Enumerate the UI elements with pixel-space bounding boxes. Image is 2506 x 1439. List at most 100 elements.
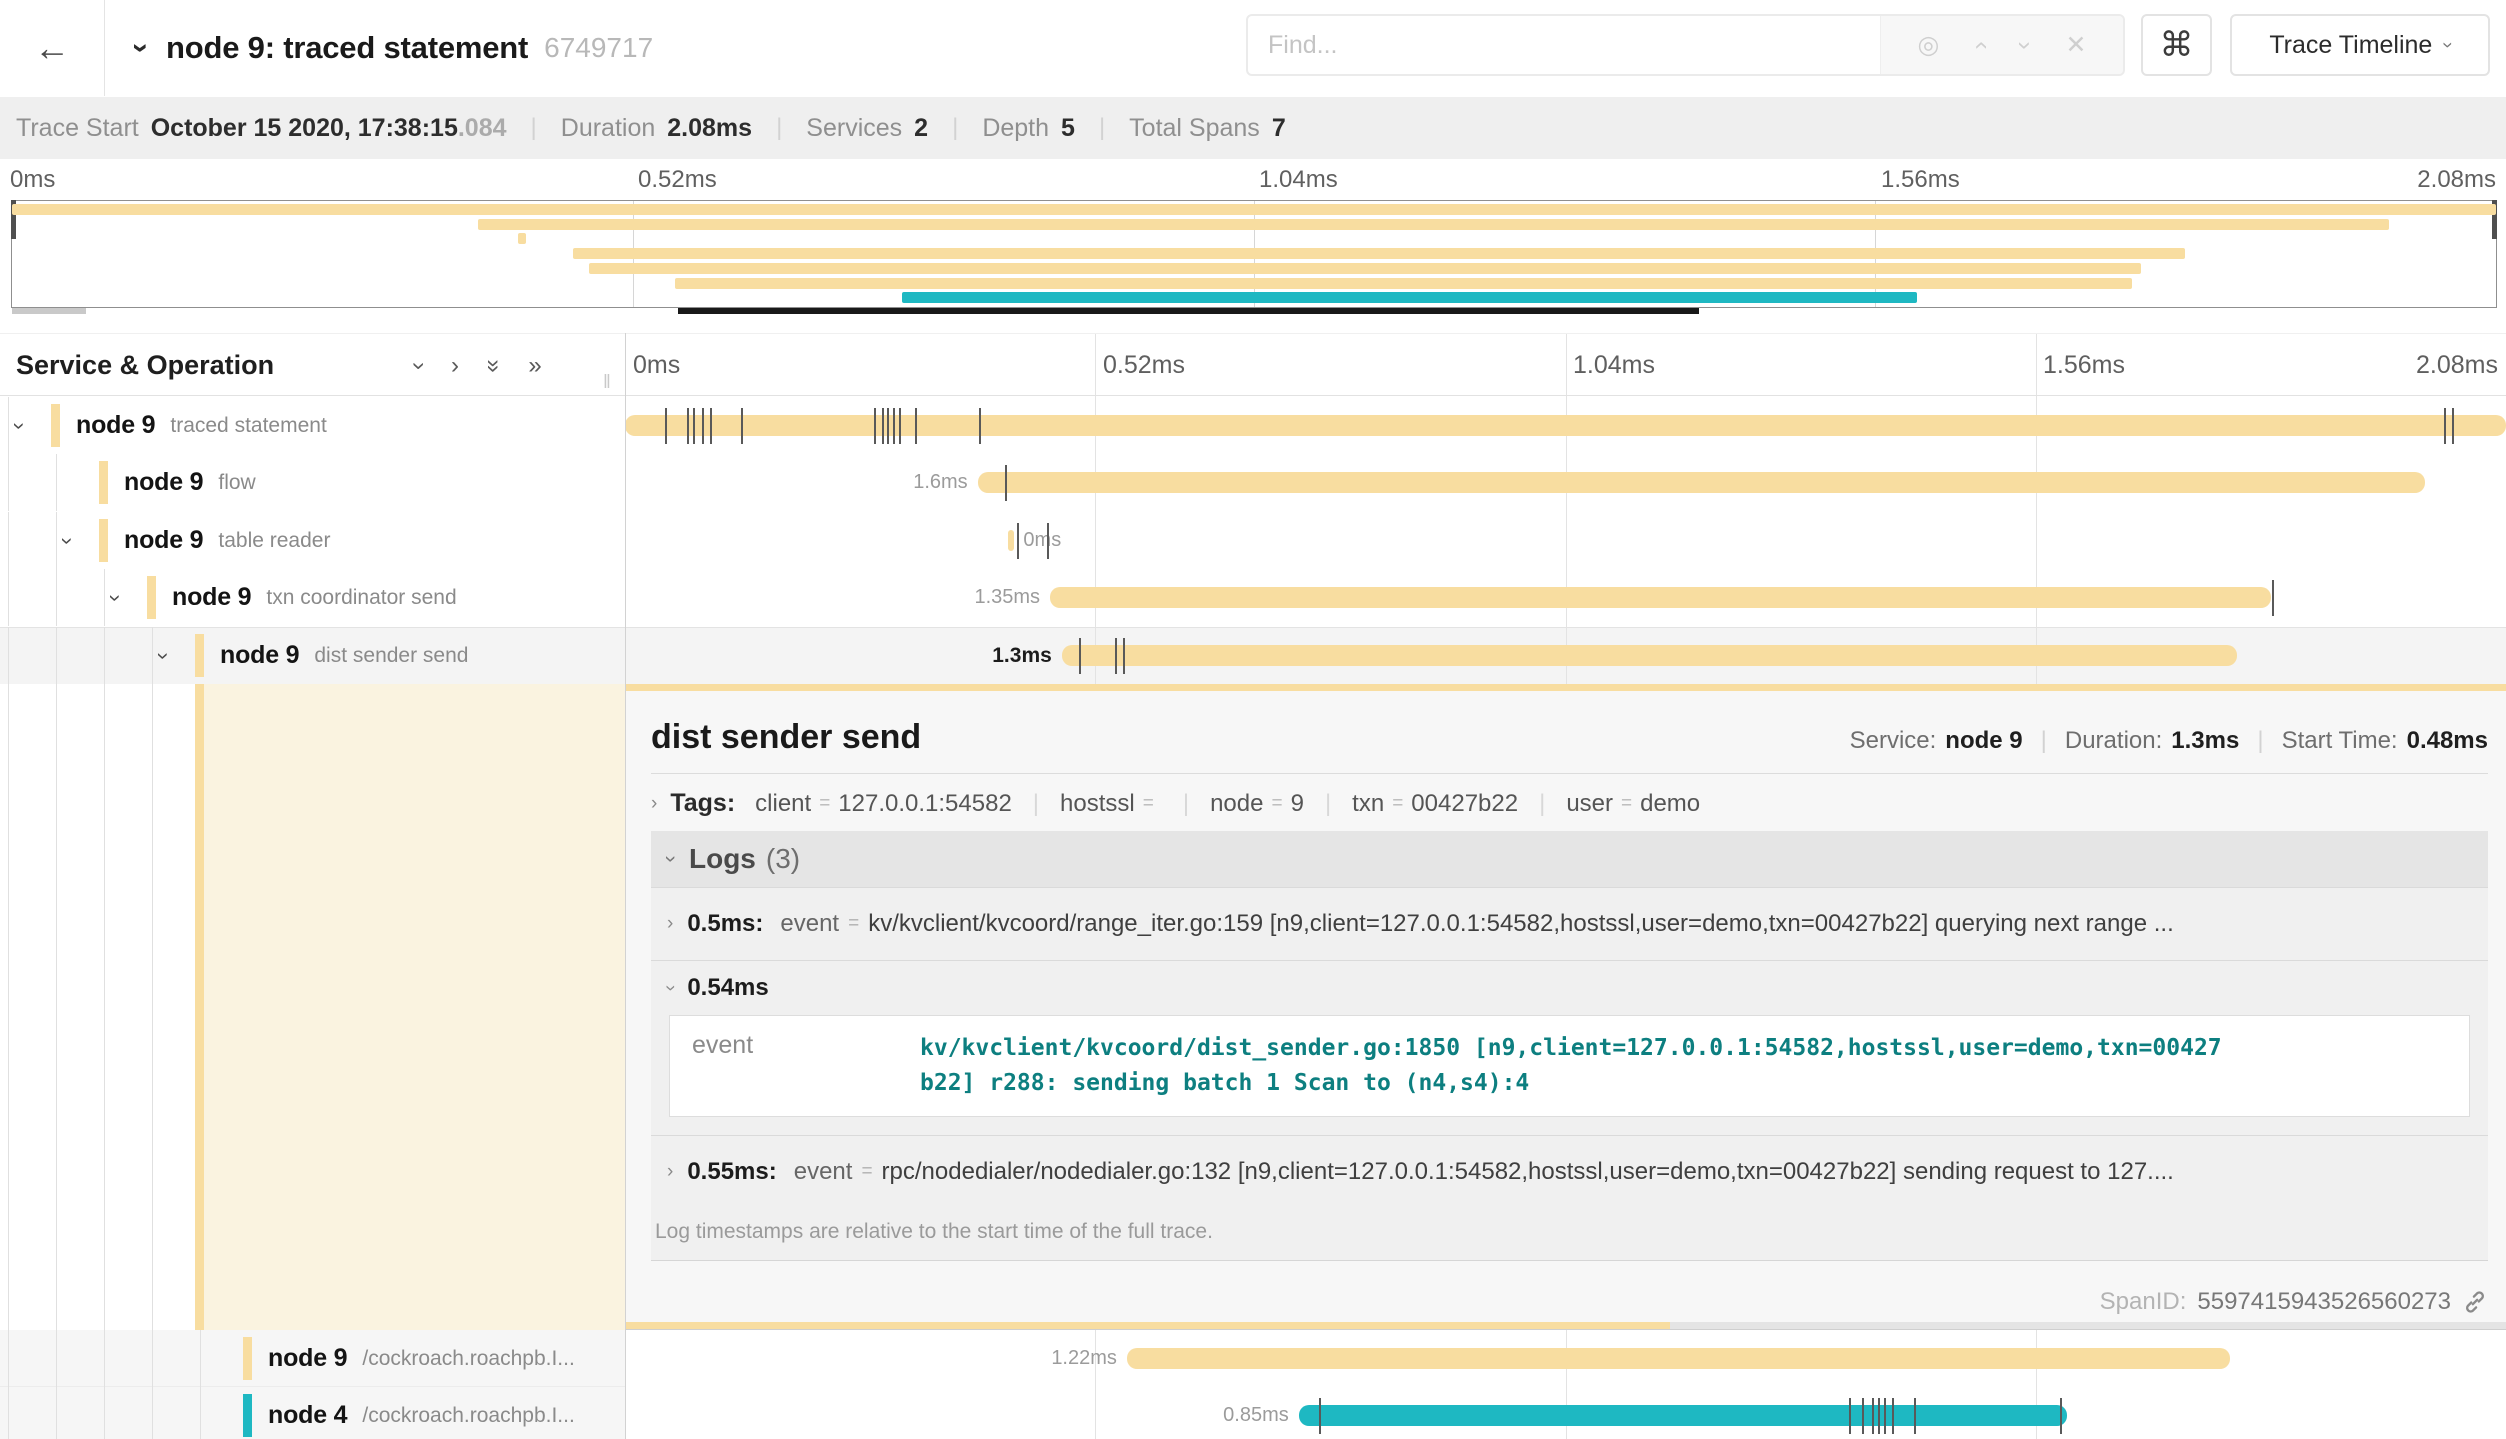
- indent-guide: [8, 627, 9, 684]
- minimap-span-bar: [12, 204, 2496, 215]
- span-row[interactable]: node 9flow 1.6ms: [0, 454, 2506, 511]
- next-result-icon[interactable]: ›: [2010, 41, 2039, 49]
- service-name: node 4: [268, 1401, 347, 1430]
- view-selector-dropdown[interactable]: Trace Timeline ›: [2230, 14, 2490, 76]
- log-marker-tick: [979, 408, 981, 444]
- service-name: node 9: [172, 583, 251, 612]
- span-bar[interactable]: [1299, 1405, 2068, 1426]
- log-entry-expanded: › 0.54ms event kv/kvclient/kvcoord/dist_…: [651, 960, 2488, 1117]
- collapse-caret-icon: ›: [659, 856, 683, 863]
- collapse-one-icon[interactable]: ›: [405, 362, 433, 370]
- services-label: Services: [806, 114, 902, 143]
- tag-key: user: [1566, 790, 1613, 818]
- span-bar[interactable]: [978, 472, 2425, 493]
- expand-chevron-icon[interactable]: ›: [103, 594, 129, 601]
- separator: |: [1033, 790, 1039, 818]
- span-row[interactable]: node 9/cockroach.roachpb.I...1.22ms: [0, 1330, 2506, 1387]
- service-name: node 9: [76, 411, 155, 440]
- log-marker-tick: [702, 408, 704, 444]
- span-name-cell[interactable]: node 4/cockroach.roachpb.I...: [0, 1387, 625, 1439]
- tags-label: Tags:: [670, 789, 735, 818]
- page-header: ← › node 9: traced statement 6749717 ◎ ›…: [0, 0, 2506, 97]
- minimap-tick-1: 0.52ms: [638, 166, 717, 194]
- log-entry-row[interactable]: › 0.55ms: event = rpc/nodedialer/nodedia…: [667, 1136, 2472, 1208]
- duration-label: 1.6ms: [913, 454, 967, 511]
- logs-header[interactable]: › Logs (3): [651, 831, 2488, 887]
- log-marker-tick: [893, 408, 895, 444]
- detail-span-meta: Service:node 9 | Duration:1.3ms | Start …: [1850, 727, 2488, 755]
- log-marker-tick: [1884, 1398, 1886, 1434]
- service-name: node 9: [124, 468, 203, 497]
- span-bar[interactable]: [625, 415, 2506, 436]
- find-input[interactable]: [1248, 16, 1880, 74]
- trace-collapse-chevron-icon[interactable]: ›: [124, 43, 158, 53]
- minimap-span-bar: [478, 219, 2389, 230]
- log-marker-tick: [665, 408, 667, 444]
- separator: |: [952, 114, 958, 142]
- duration-value: 2.08ms: [667, 114, 752, 143]
- indent-guide: [104, 684, 105, 1330]
- expand-chevron-icon[interactable]: ›: [55, 537, 81, 544]
- minimap-scroll-indicator[interactable]: [678, 308, 1699, 314]
- span-name-cell[interactable]: ›node 9txn coordinator send: [0, 569, 625, 626]
- span-name-cell[interactable]: ›node 9dist sender send: [0, 627, 625, 684]
- indent-guide: [200, 1387, 201, 1439]
- total-spans-value: 7: [1272, 114, 1286, 143]
- log-field-key: event: [794, 1158, 853, 1186]
- expand-chevron-icon[interactable]: ›: [151, 652, 177, 659]
- minimap-canvas[interactable]: [11, 200, 2497, 308]
- span-name-cell[interactable]: node 9/cockroach.roachpb.I...: [0, 1330, 625, 1387]
- span-name-cell[interactable]: ›node 9traced statement: [0, 397, 625, 454]
- duration-label: Duration: [561, 114, 656, 143]
- span-row[interactable]: node 4/cockroach.roachpb.I... 0.85ms: [0, 1387, 2506, 1439]
- log-marker-tick: [2444, 408, 2446, 444]
- duration-value: 1.3ms: [2171, 727, 2239, 755]
- span-row[interactable]: ›node 9traced statement: [0, 397, 2506, 454]
- tag-value: demo: [1640, 790, 1700, 818]
- expand-one-icon[interactable]: ›: [451, 352, 459, 380]
- service-name: node 9: [220, 641, 299, 670]
- column-divider[interactable]: [625, 333, 626, 1439]
- service-operation-header: Service & Operation: [16, 334, 274, 397]
- timeline-header: Service & Operation › › » » ‖ 0ms 0.52ms…: [0, 333, 2506, 396]
- prev-result-icon[interactable]: ›: [1965, 41, 1994, 49]
- separator: |: [1183, 790, 1189, 818]
- log-entry: › 0.55ms: event = rpc/nodedialer/nodedia…: [651, 1135, 2488, 1208]
- keyboard-shortcuts-button[interactable]: ⌘: [2141, 14, 2212, 76]
- locate-icon[interactable]: ◎: [1918, 30, 1940, 60]
- log-timestamp: 0.5ms:: [687, 910, 763, 938]
- span-color-accent: [625, 684, 2506, 691]
- minimap-span-bar: [573, 248, 2185, 259]
- expand-chevron-icon[interactable]: ›: [7, 422, 33, 429]
- span-bar[interactable]: [1127, 1348, 2230, 1369]
- indent-guide: [56, 454, 57, 511]
- logs-count: (3): [766, 843, 800, 875]
- expand-caret-icon: ›: [667, 913, 673, 935]
- service-name: node 9: [124, 526, 203, 555]
- minimap-span-bar: [589, 263, 2142, 274]
- span-link-icon[interactable]: [2462, 1289, 2488, 1315]
- log-entry-row[interactable]: › 0.54ms: [667, 961, 2472, 1015]
- tags-row[interactable]: › Tags: client=127.0.0.1:54582 | hostssl…: [625, 774, 2506, 818]
- expand-all-icon[interactable]: »: [528, 352, 541, 380]
- span-name-cell[interactable]: ›node 9table reader: [0, 512, 625, 569]
- span-row[interactable]: ›node 9dist sender send1.3ms: [0, 627, 2506, 684]
- page-title: node 9: traced statement: [166, 30, 528, 66]
- log-marker-tick: [1872, 1398, 1874, 1434]
- span-bar[interactable]: [1008, 530, 1014, 551]
- span-row[interactable]: ›node 9table reader0ms: [0, 512, 2506, 569]
- log-entry-row[interactable]: › 0.5ms: event = kv/kvclient/kvcoord/ran…: [667, 888, 2472, 960]
- log-field-key: event: [780, 910, 839, 938]
- span-name-cell[interactable]: node 9flow: [0, 454, 625, 511]
- clear-find-icon[interactable]: ✕: [2065, 30, 2086, 60]
- duration-label: 0.85ms: [1223, 1387, 1289, 1439]
- span-color-indicator: [243, 1337, 252, 1380]
- span-bar[interactable]: [1050, 587, 2271, 608]
- span-row[interactable]: ›node 9txn coordinator send1.35ms: [0, 569, 2506, 626]
- indent-guide: [104, 1330, 105, 1387]
- indent-guide: [200, 1330, 201, 1387]
- column-resize-handle[interactable]: ‖: [603, 372, 611, 394]
- back-button[interactable]: ←: [0, 0, 105, 96]
- span-bar[interactable]: [1062, 645, 2238, 666]
- collapse-all-icon[interactable]: »: [480, 359, 508, 372]
